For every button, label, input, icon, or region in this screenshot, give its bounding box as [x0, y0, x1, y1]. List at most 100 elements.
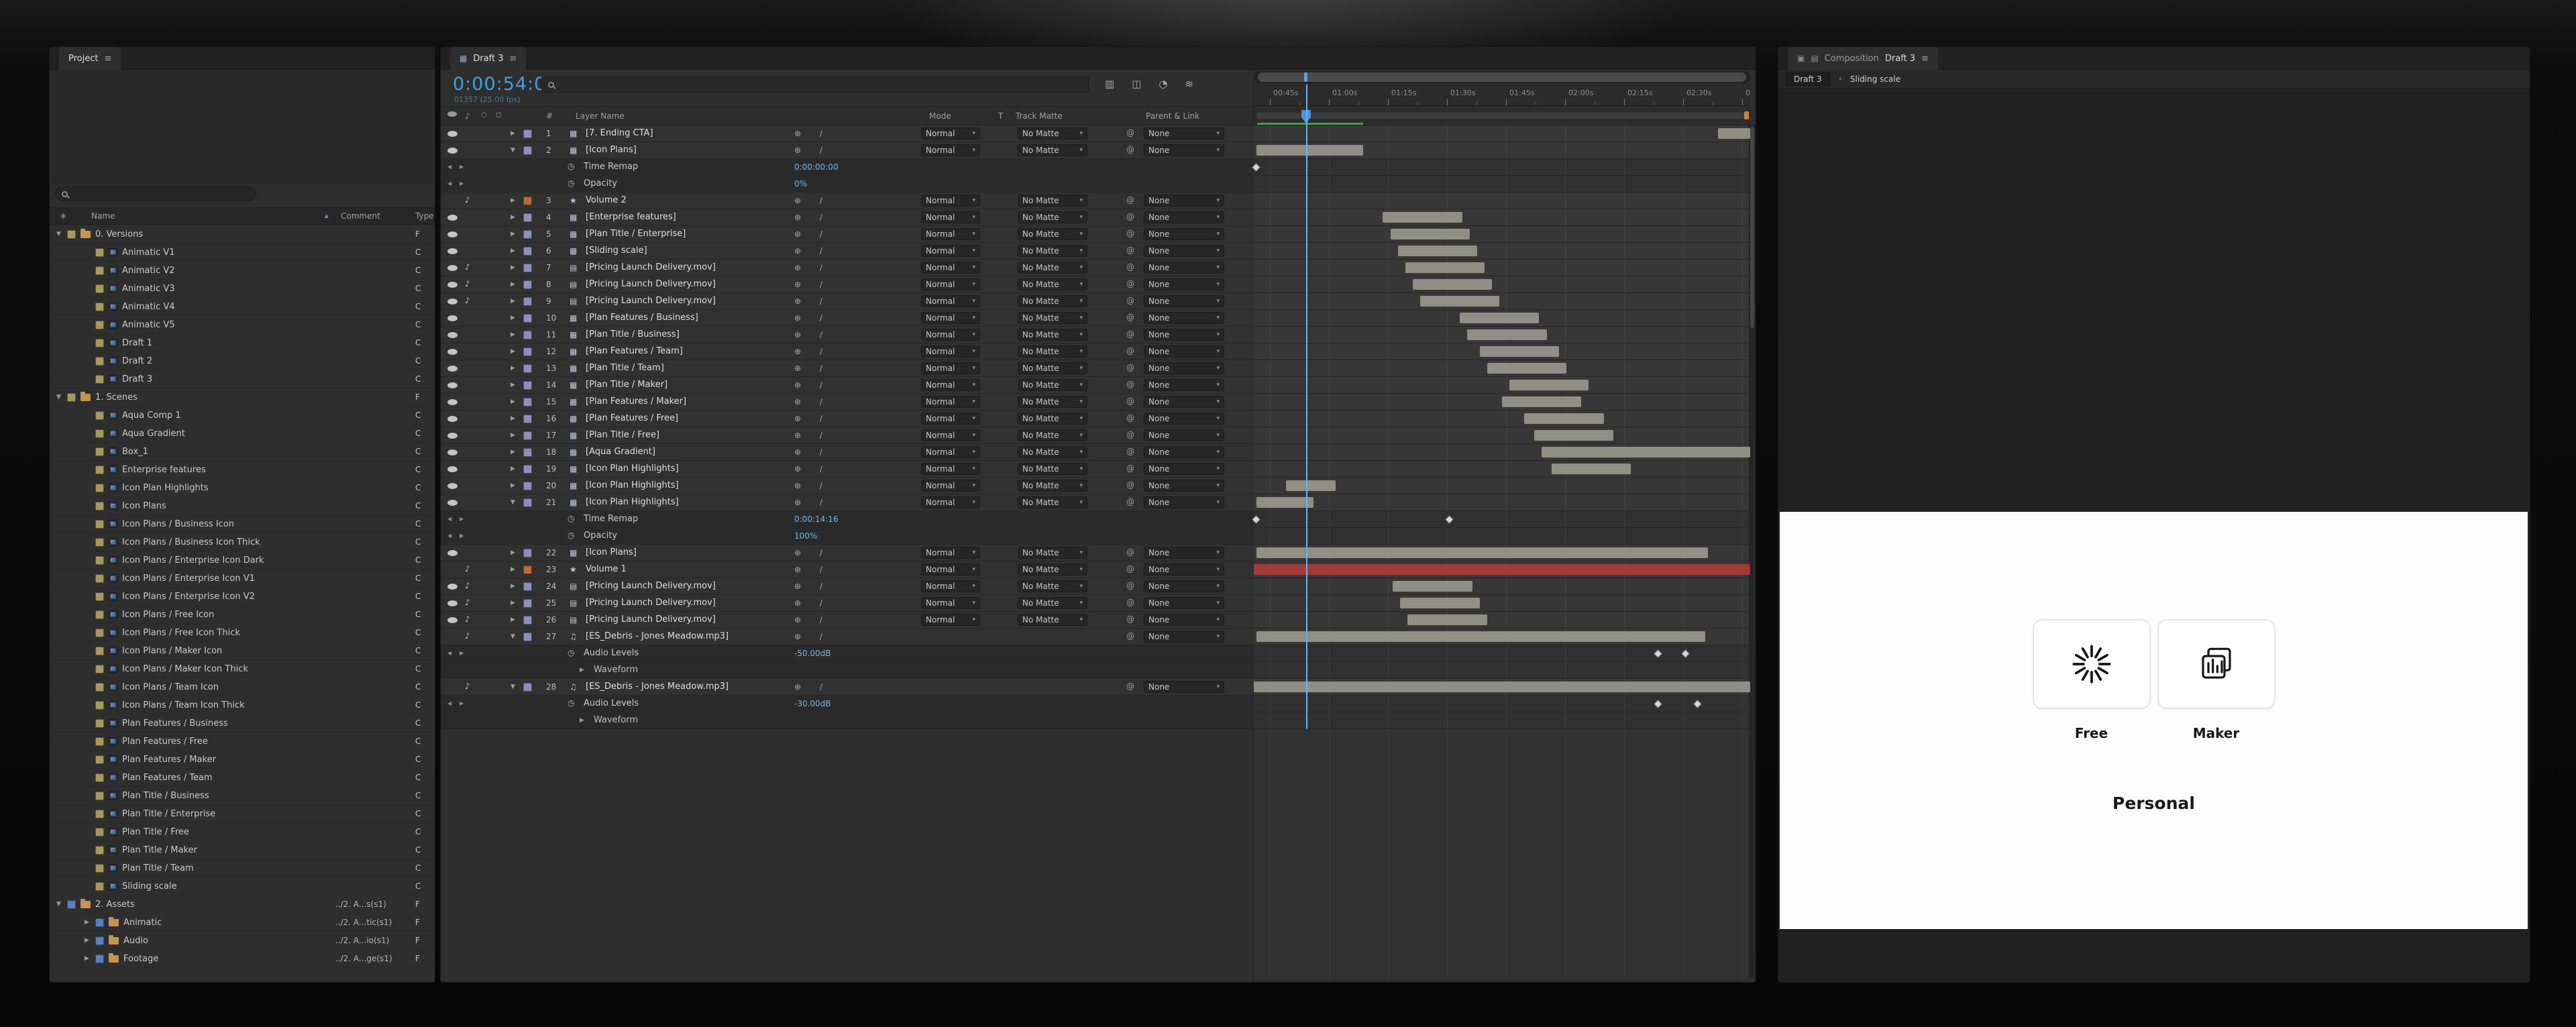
twirl-icon[interactable]: [56, 901, 67, 908]
track-matte-select[interactable]: No Matte ▾: [1018, 413, 1087, 425]
layer-name[interactable]: Audio Levels: [584, 648, 639, 658]
twirl-icon[interactable]: [56, 394, 67, 400]
label-color-swatch[interactable]: [95, 683, 104, 692]
column-header-layer-name[interactable]: Layer Name: [576, 111, 625, 121]
project-item[interactable]: Box_1 C: [50, 443, 435, 461]
blend-mode-select[interactable]: Normal ▾: [921, 463, 980, 475]
parent-link-select[interactable]: None ▾: [1144, 262, 1224, 274]
track-matte-select[interactable]: No Matte ▾: [1018, 295, 1087, 307]
label-color-swatch[interactable]: [95, 918, 104, 927]
project-item[interactable]: Plan Features / Maker C: [50, 751, 435, 769]
parent-link-select[interactable]: None ▾: [1144, 480, 1224, 492]
layer-switches[interactable]: ⊕ ∕: [794, 582, 830, 591]
blend-mode-select[interactable]: Normal ▾: [921, 245, 980, 257]
timeline-row[interactable]: ♪ Audio Levels -30.00dB ⊕ ∕ ▾: [441, 696, 1750, 712]
layer-switches[interactable]: ⊕ ∕: [794, 229, 830, 239]
layer-switches[interactable]: ⊕ ∕: [794, 548, 830, 557]
track-matte-select[interactable]: No Matte ▾: [1018, 329, 1087, 341]
layer-switches[interactable]: ⊕ ∕: [794, 313, 830, 323]
layer-switches[interactable]: ⊕ ∕: [794, 129, 830, 138]
parent-link-select[interactable]: None ▾: [1144, 195, 1224, 207]
project-item[interactable]: Icon Plans C: [50, 497, 435, 515]
twirl-icon[interactable]: [511, 449, 515, 455]
track-matte-select[interactable]: No Matte ▾: [1018, 614, 1087, 626]
project-item[interactable]: Sliding scale C: [50, 877, 435, 896]
label-color-swatch[interactable]: [95, 665, 104, 673]
pickwhip-icon[interactable]: @: [1126, 296, 1134, 305]
track-matte-select[interactable]: No Matte ▾: [1018, 480, 1087, 492]
pickwhip-icon[interactable]: @: [1126, 229, 1134, 238]
stopwatch-icon[interactable]: [568, 698, 574, 708]
layer-switches[interactable]: ⊕ ∕: [794, 146, 830, 155]
layer-switches[interactable]: ⊕ ∕: [794, 447, 830, 457]
parent-link-select[interactable]: None ▾: [1144, 329, 1224, 341]
layer-name[interactable]: [Plan Title / Maker]: [586, 380, 667, 390]
parent-link-select[interactable]: None ▾: [1144, 681, 1224, 693]
label-color-swatch[interactable]: [523, 146, 532, 155]
timeline-search-input[interactable]: [559, 80, 1082, 89]
project-item[interactable]: Aqua Comp 1 C: [50, 407, 435, 425]
project-item[interactable]: Icon Plans / Enterprise Icon V1 C: [50, 570, 435, 588]
label-color-swatch[interactable]: [95, 936, 104, 945]
stopwatch-icon[interactable]: [568, 531, 574, 540]
stopwatch-icon[interactable]: [568, 648, 574, 657]
eye-icon[interactable]: [447, 433, 458, 439]
eye-icon[interactable]: [447, 399, 458, 405]
twirl-icon[interactable]: [511, 466, 515, 472]
track-matte-select[interactable]: No Matte ▾: [1018, 127, 1087, 140]
keyframe-navigator[interactable]: [447, 164, 464, 170]
audio-icon[interactable]: ♪: [465, 631, 470, 641]
eye-icon[interactable]: [447, 584, 458, 590]
layer-name[interactable]: Time Remap: [584, 514, 638, 524]
blend-mode-select[interactable]: Normal ▾: [921, 580, 980, 592]
item-name[interactable]: Audio: [123, 936, 148, 946]
time-ruler[interactable]: 00:45s 01:00s 01:15s 01:30s 01:45s 02:00…: [1254, 83, 1750, 106]
item-name[interactable]: Plan Title / Business: [122, 791, 209, 801]
project-item[interactable]: Animatic V2 C: [50, 262, 435, 280]
project-item[interactable]: 2. Assets ../2. A...s(s1) F: [50, 896, 435, 914]
project-item[interactable]: Plan Title / Team C: [50, 859, 435, 877]
project-item[interactable]: Icon Plans / Business Icon Thick C: [50, 533, 435, 551]
tab-composition[interactable]: ▣ ▤ Composition Draft 3 ≡: [1788, 47, 1938, 70]
label-color-swatch[interactable]: [95, 520, 104, 529]
blend-mode-select[interactable]: Normal ▾: [921, 329, 980, 341]
project-item[interactable]: Plan Features / Business C: [50, 714, 435, 733]
twirl-icon[interactable]: [511, 583, 515, 590]
layer-duration-bar[interactable]: [1487, 363, 1566, 374]
item-name[interactable]: Aqua Comp 1: [122, 411, 181, 421]
blend-mode-select[interactable]: Normal ▾: [921, 446, 980, 458]
item-name[interactable]: Icon Plans / Maker Icon Thick: [122, 664, 248, 674]
label-color-swatch[interactable]: [95, 846, 104, 855]
timeline-toolbar-icon[interactable]: ◔: [1159, 78, 1167, 90]
label-color-swatch[interactable]: [523, 197, 532, 205]
layer-name[interactable]: Opacity: [584, 531, 617, 541]
timeline-row[interactable]: ♪ 24 ▤ [Pricing Launch Delivery.mov] ⊕ ∕…: [441, 578, 1750, 595]
label-color-swatch[interactable]: [95, 466, 104, 474]
blend-mode-select[interactable]: Normal ▾: [921, 429, 980, 441]
timeline-row[interactable]: ♪ 20 ▦ [Icon Plan Highlights] ⊕ ∕ Normal…: [441, 478, 1750, 494]
label-color-swatch[interactable]: [523, 431, 532, 440]
eye-icon[interactable]: [447, 600, 458, 606]
label-color-swatch[interactable]: [523, 616, 532, 625]
layer-name[interactable]: Time Remap: [584, 162, 638, 172]
project-item[interactable]: Animatic V5 C: [50, 316, 435, 334]
parent-link-select[interactable]: None ▾: [1144, 631, 1224, 643]
layer-name[interactable]: Waveform: [594, 715, 638, 725]
project-item[interactable]: Icon Plans / Team Icon C: [50, 678, 435, 696]
blend-mode-select[interactable]: Normal ▾: [921, 295, 980, 307]
column-header-name[interactable]: Name: [91, 211, 115, 221]
eye-icon[interactable]: [447, 483, 458, 489]
project-item[interactable]: Animatic ../2. A...tic(s1) F: [50, 914, 435, 932]
label-color-swatch[interactable]: [67, 393, 76, 402]
blend-mode-select[interactable]: Normal ▾: [921, 362, 980, 374]
eye-icon[interactable]: [447, 449, 458, 455]
layer-switches[interactable]: ⊕ ∕: [794, 414, 830, 423]
audio-icon[interactable]: ♪: [465, 279, 470, 288]
item-name[interactable]: Plan Features / Free: [122, 737, 208, 747]
timeline-row[interactable]: ♪ Opacity 0% ⊕ ∕ ▾: [441, 176, 1750, 193]
label-color-swatch[interactable]: [523, 482, 532, 490]
label-color-swatch[interactable]: [523, 280, 532, 289]
layer-duration-bar[interactable]: [1420, 296, 1499, 307]
twirl-icon[interactable]: [511, 231, 515, 237]
layer-name[interactable]: Waveform: [594, 665, 638, 675]
